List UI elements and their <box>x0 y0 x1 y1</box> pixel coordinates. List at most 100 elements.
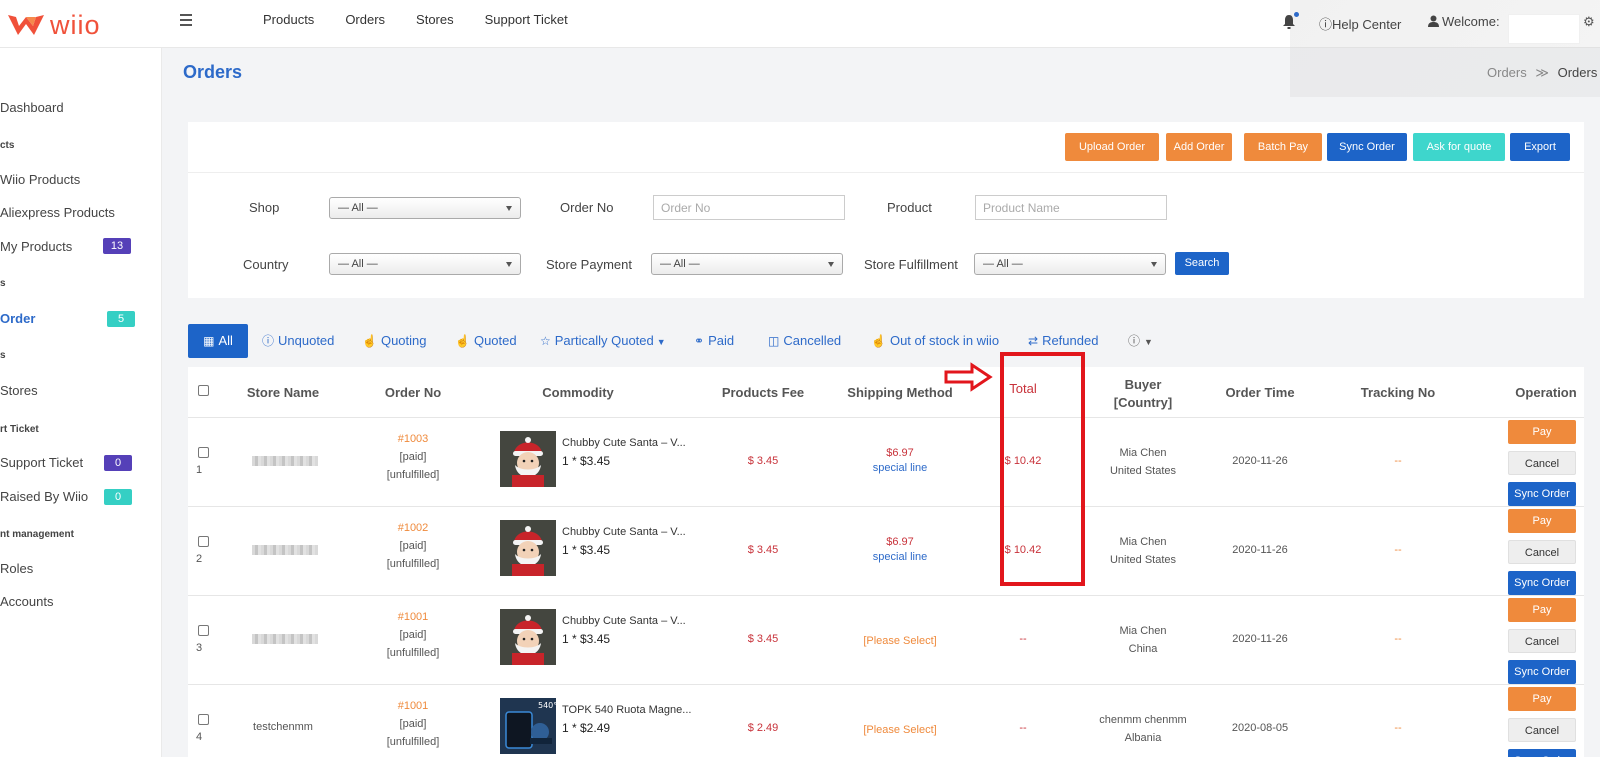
store-fulfillment-select[interactable]: — All — <box>974 253 1166 275</box>
product-name[interactable]: Chubby Cute Santa – V... <box>562 526 686 538</box>
sidebar-item-wiio-products[interactable]: Wiio Products <box>0 172 80 187</box>
order-no-link[interactable]: #1003 <box>368 430 458 448</box>
sidebar-item-raised-by-wiio[interactable]: Raised By Wiio <box>0 489 88 504</box>
product-thumbnail[interactable] <box>500 609 556 665</box>
product-label: Product <box>887 200 932 215</box>
product-quantity-price: 1 * $3.45 <box>562 454 611 468</box>
sync-order-row-button[interactable]: Sync Order <box>1508 571 1576 595</box>
shop-select[interactable]: — All — <box>329 197 521 219</box>
fulfillment-status: [unfulfilled] <box>386 647 440 659</box>
row-divider <box>188 595 1584 596</box>
buyer-cell: Mia Chen United States <box>1088 444 1198 480</box>
shipping-method-select[interactable]: [Please Select] <box>840 724 960 736</box>
sidebar-item-accounts[interactable]: Accounts <box>0 594 53 609</box>
topnav-support-ticket[interactable]: Support Ticket <box>485 0 568 42</box>
grid-icon: ▦ <box>203 334 215 348</box>
select-all-checkbox[interactable] <box>198 385 209 396</box>
product-name-input[interactable] <box>975 195 1167 220</box>
sync-order-button[interactable]: Sync Order <box>1327 133 1407 161</box>
row-checkbox[interactable] <box>198 714 209 725</box>
my-products-count-badge: 13 <box>103 238 131 254</box>
tab-all[interactable]: ▦ All <box>188 324 248 358</box>
product-name[interactable]: Chubby Cute Santa – V... <box>562 437 686 449</box>
tab-info-dropdown[interactable]: ⓘ ▼ <box>1128 324 1153 358</box>
add-order-button[interactable]: Add Order <box>1166 133 1232 161</box>
sidebar-item-my-products[interactable]: My Products <box>0 239 72 254</box>
handshake-icon: ⚭ <box>694 334 705 348</box>
pay-button[interactable]: Pay <box>1508 687 1576 711</box>
sidebar-item-support-ticket[interactable]: Support Ticket <box>0 455 83 470</box>
tab-quoted[interactable]: ☝ Quoted <box>455 324 517 358</box>
pay-button[interactable]: Pay <box>1508 420 1576 444</box>
sync-order-row-button[interactable]: Sync Order <box>1508 660 1576 684</box>
order-no-link[interactable]: #1001 <box>368 697 458 715</box>
hamburger-icon[interactable] <box>180 14 194 28</box>
ask-for-quote-button[interactable]: Ask for quote <box>1413 133 1505 161</box>
gear-icon[interactable]: ⚙ <box>1583 14 1597 29</box>
tab-quoting-label: Quoting <box>380 333 427 348</box>
col-tracking-no: Tracking No <box>1360 385 1436 400</box>
row-index: 1 <box>195 464 203 476</box>
row-checkbox[interactable] <box>198 447 209 458</box>
pay-button[interactable]: Pay <box>1508 509 1576 533</box>
sidebar-group-products: cts <box>0 140 15 151</box>
row-checkbox[interactable] <box>198 536 209 547</box>
topnav-products[interactable]: Products <box>263 0 314 42</box>
fulfillment-status: [unfulfilled] <box>386 558 440 570</box>
tab-quoting[interactable]: ☝ Quoting <box>362 324 427 358</box>
search-button[interactable]: Search <box>1175 252 1229 275</box>
tab-partially-quoted[interactable]: ☆ Partically Quoted ▼ <box>540 324 666 358</box>
upload-order-button[interactable]: Upload Order <box>1065 133 1159 161</box>
store-fulfillment-label: Store Fulfillment <box>864 257 958 272</box>
chevron-down-icon <box>1151 262 1157 267</box>
product-thumbnail[interactable]: 540° <box>500 698 556 754</box>
tab-unquoted-label: Unquoted <box>278 333 335 348</box>
sidebar-item-dashboard[interactable]: Dashboard <box>0 100 64 115</box>
sync-order-row-button[interactable]: Sync Order <box>1508 482 1576 506</box>
topnav-orders[interactable]: Orders <box>345 0 385 42</box>
chevron-down-icon <box>506 262 512 267</box>
row-checkbox[interactable] <box>198 625 209 636</box>
order-no-link[interactable]: #1001 <box>368 608 458 626</box>
row-index: 3 <box>195 642 203 654</box>
topnav-stores[interactable]: Stores <box>416 0 454 42</box>
col-buyer-country: Buyer [Country] <box>1088 376 1198 412</box>
product-thumbnail[interactable] <box>500 431 556 487</box>
filter-divider <box>188 172 1584 173</box>
tab-paid[interactable]: ⚭ Paid <box>694 324 734 358</box>
shipping-method-link[interactable]: special line <box>840 550 960 564</box>
product-name[interactable]: TOPK 540 Ruota Magne... <box>562 704 691 716</box>
products-fee: $ 3.45 <box>747 455 779 467</box>
store-payment-select[interactable]: — All — <box>651 253 843 275</box>
sync-order-row-button[interactable]: Sync Order <box>1508 749 1576 757</box>
col-order-no: Order No <box>384 385 442 400</box>
sidebar-item-aliexpress-products[interactable]: Aliexpress Products <box>0 205 115 220</box>
cancel-button[interactable]: Cancel <box>1508 451 1576 475</box>
batch-pay-button[interactable]: Batch Pay <box>1244 133 1322 161</box>
help-center-link[interactable]: ⓘHelp Center <box>1319 14 1401 33</box>
sidebar-item-stores[interactable]: Stores <box>0 383 38 398</box>
redacted-username <box>1508 14 1580 44</box>
product-name[interactable]: Chubby Cute Santa – V... <box>562 615 686 627</box>
export-button[interactable]: Export <box>1510 133 1570 161</box>
sidebar-item-order[interactable]: Order <box>0 311 35 326</box>
breadcrumb-parent[interactable]: Orders <box>1487 65 1527 80</box>
cancel-button[interactable]: Cancel <box>1508 718 1576 742</box>
payment-status: [paid] <box>399 451 427 463</box>
tab-cancelled[interactable]: ◫ Cancelled <box>768 324 841 358</box>
sidebar-group-support-ticket: rt Ticket <box>0 424 39 435</box>
shipping-method-link[interactable]: special line <box>840 461 960 475</box>
tab-out-of-stock[interactable]: ☝ Out of stock in wiio <box>871 324 999 358</box>
country-select[interactable]: — All — <box>329 253 521 275</box>
tab-unquoted[interactable]: ⓘ Unquoted <box>262 324 334 358</box>
product-thumbnail[interactable] <box>500 520 556 576</box>
sidebar-item-roles[interactable]: Roles <box>0 561 33 576</box>
tab-out-of-stock-label: Out of stock in wiio <box>889 333 1000 348</box>
pay-button[interactable]: Pay <box>1508 598 1576 622</box>
shipping-method-select[interactable]: [Please Select] <box>840 635 960 647</box>
cancel-button[interactable]: Cancel <box>1508 629 1576 653</box>
order-no-input[interactable] <box>653 195 845 220</box>
cancel-button[interactable]: Cancel <box>1508 540 1576 564</box>
wiio-logo[interactable]: wiio <box>6 10 110 40</box>
order-no-link[interactable]: #1002 <box>368 519 458 537</box>
